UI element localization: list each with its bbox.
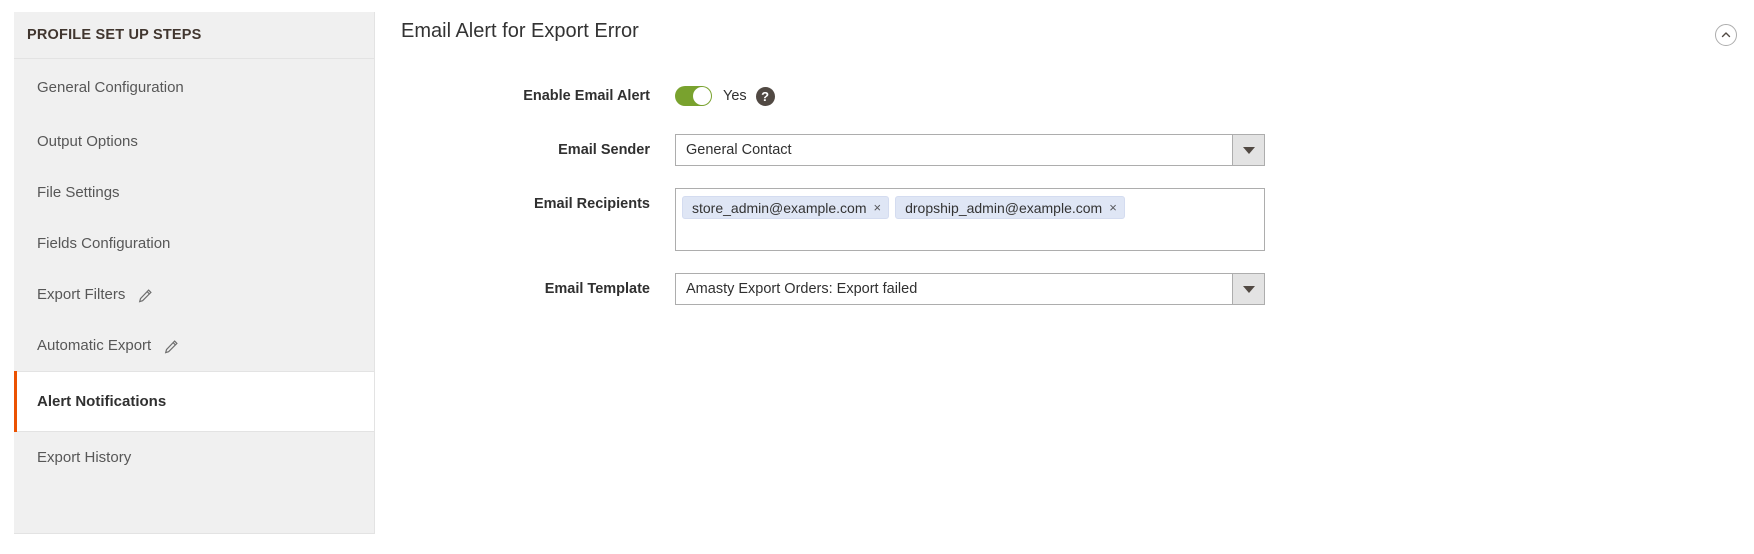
pencil-icon[interactable] bbox=[138, 288, 153, 303]
sidebar-item-export-history[interactable]: Export History bbox=[14, 432, 374, 483]
sidebar-item-label: Automatic Export bbox=[37, 337, 152, 354]
caret-down-icon[interactable] bbox=[1232, 135, 1264, 165]
sidebar-item-export-filters[interactable]: Export Filters bbox=[14, 269, 374, 320]
email-sender-control: General Contact bbox=[675, 134, 1265, 166]
pencil-icon[interactable] bbox=[164, 339, 178, 354]
field-row-email-template: Email Template Amasty Export Orders: Exp… bbox=[375, 273, 1754, 305]
sidebar-item-file-settings[interactable]: File Settings bbox=[14, 167, 374, 218]
recipient-tag-label: store_admin@example.com bbox=[692, 199, 867, 216]
enable-email-alert-toggle[interactable] bbox=[675, 86, 712, 106]
close-icon[interactable]: × bbox=[1109, 201, 1117, 214]
sidebar-item-label: File Settings bbox=[37, 184, 120, 201]
sidebar-item-general-configuration[interactable]: General Configuration bbox=[14, 59, 374, 116]
sidebar-filler bbox=[14, 483, 374, 533]
recipient-tag-label: dropship_admin@example.com bbox=[905, 199, 1103, 216]
sidebar-item-label: Fields Configuration bbox=[37, 235, 171, 252]
email-recipients-control: store_admin@example.com × dropship_admin… bbox=[675, 188, 1265, 251]
toggle-state-label: Yes bbox=[723, 88, 747, 104]
chevron-up-icon[interactable] bbox=[1715, 24, 1737, 46]
sidebar-header: PROFILE SET UP STEPS bbox=[14, 12, 374, 59]
sidebar-header-title: PROFILE SET UP STEPS bbox=[27, 27, 202, 43]
section-header: Email Alert for Export Error bbox=[375, 0, 1754, 62]
email-sender-label: Email Sender bbox=[558, 142, 650, 158]
email-template-value: Amasty Export Orders: Export failed bbox=[686, 281, 918, 297]
sidebar-item-label: Export History bbox=[37, 449, 132, 466]
sidebar-item-fields-configuration[interactable]: Fields Configuration bbox=[14, 218, 374, 269]
page-title: Email Alert for Export Error bbox=[401, 19, 639, 42]
enable-email-alert-label: Enable Email Alert bbox=[523, 88, 650, 104]
field-row-enable-email-alert: Enable Email Alert Yes ? bbox=[375, 80, 1754, 112]
main-content: Email Alert for Export Error Enable Emai… bbox=[375, 0, 1754, 554]
sidebar-item-label: Output Options bbox=[37, 133, 138, 150]
close-icon[interactable]: × bbox=[874, 201, 882, 214]
toggle-knob bbox=[693, 87, 711, 105]
caret-down-icon[interactable] bbox=[1232, 274, 1264, 304]
email-template-label: Email Template bbox=[544, 281, 650, 297]
email-template-control: Amasty Export Orders: Export failed bbox=[675, 273, 1265, 305]
field-row-email-recipients: Email Recipients store_admin@example.com… bbox=[375, 188, 1754, 251]
field-row-email-sender: Email Sender General Contact bbox=[375, 134, 1754, 166]
email-template-select[interactable]: Amasty Export Orders: Export failed bbox=[675, 273, 1265, 305]
email-sender-value: General Contact bbox=[686, 142, 792, 158]
recipient-tag[interactable]: dropship_admin@example.com × bbox=[895, 196, 1125, 219]
admin-page: PROFILE SET UP STEPS General Configurati… bbox=[0, 0, 1754, 554]
sidebar-nav: General Configuration Output Options Fil… bbox=[14, 59, 374, 533]
sidebar-item-automatic-export[interactable]: Automatic Export bbox=[14, 320, 374, 371]
email-recipients-label: Email Recipients bbox=[533, 196, 650, 212]
email-alert-form: Enable Email Alert Yes ? Email Sender Ge… bbox=[375, 62, 1754, 305]
enable-email-alert-control: Yes ? bbox=[675, 80, 775, 106]
sidebar-item-output-options[interactable]: Output Options bbox=[14, 116, 374, 167]
email-recipients-input[interactable]: store_admin@example.com × dropship_admin… bbox=[675, 188, 1265, 251]
email-sender-select[interactable]: General Contact bbox=[675, 134, 1265, 166]
sidebar-item-label: General Configuration bbox=[37, 79, 184, 96]
profile-setup-sidebar: PROFILE SET UP STEPS General Configurati… bbox=[14, 12, 375, 534]
recipient-tag[interactable]: store_admin@example.com × bbox=[682, 196, 890, 219]
sidebar-item-alert-notifications[interactable]: Alert Notifications bbox=[14, 371, 374, 432]
sidebar-item-label: Alert Notifications bbox=[37, 393, 167, 410]
question-mark-icon[interactable]: ? bbox=[755, 86, 775, 106]
sidebar-item-label: Export Filters bbox=[37, 286, 126, 303]
